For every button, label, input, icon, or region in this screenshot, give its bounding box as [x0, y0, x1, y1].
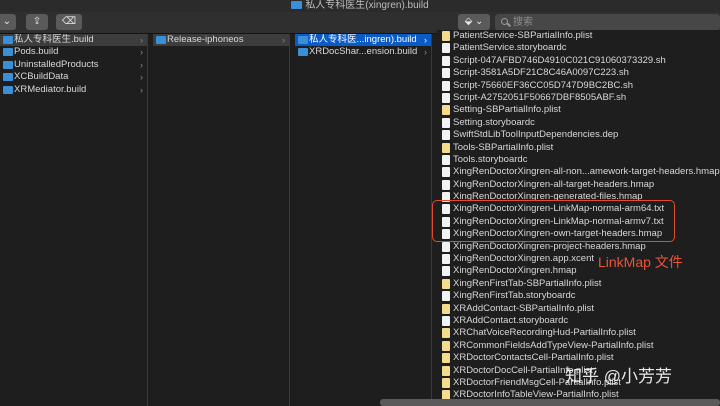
list-item[interactable]: SwiftStdLibToolInputDependencies.dep	[437, 129, 720, 141]
list-item[interactable]: Setting-SBPartialInfo.plist	[437, 104, 720, 116]
list-item[interactable]: XingRenDoctorXingren-all-non...amework-t…	[437, 166, 720, 178]
folder-icon	[3, 36, 13, 44]
file-icon	[442, 167, 450, 178]
tag-button[interactable]: ⌫	[56, 14, 82, 30]
list-item[interactable]: Setting.storyboardc	[437, 117, 720, 129]
folder-icon	[3, 85, 13, 94]
plist-file-icon	[442, 340, 450, 351]
search-input[interactable]: 搜索	[495, 14, 720, 31]
list-item[interactable]: 私人专科医...ingren).build ›	[295, 34, 431, 47]
list-item[interactable]: Script-047AFBD746D4910C021C91060373329.s…	[437, 55, 720, 67]
plist-file-icon	[442, 365, 450, 376]
file-icon	[442, 241, 450, 252]
file-icon	[442, 130, 450, 141]
file-icon	[442, 43, 450, 54]
folder-icon	[291, 1, 303, 9]
list-item[interactable]: XRAddContact-SBPartialInfo.plist	[437, 303, 720, 315]
list-item[interactable]: XRChatVoiceRecordingHud-PartialInfo.plis…	[437, 327, 720, 339]
list-item[interactable]: Release-iphoneos ›	[153, 34, 289, 47]
list-item[interactable]: XingRenFirstTab.storyboardc	[437, 290, 720, 302]
plist-file-icon	[442, 105, 450, 116]
folder-icon	[3, 48, 13, 57]
plist-file-icon	[442, 278, 450, 289]
chevron-right-icon: ›	[140, 72, 143, 83]
chevron-right-icon: ›	[424, 47, 427, 58]
column-2[interactable]: Release-iphoneos ›	[153, 34, 290, 406]
annotation-label: LinkMap 文件	[598, 254, 683, 270]
list-item[interactable]: 私人专科医生.build ›	[0, 34, 147, 47]
plist-file-icon	[442, 353, 450, 364]
plist-file-icon	[442, 31, 450, 41]
list-item[interactable]: Script-75660EF36CC05D747D9BC2BC.sh	[437, 80, 720, 92]
file-icon	[442, 68, 450, 79]
file-icon	[442, 117, 450, 128]
list-item[interactable]: Script-A2752051F50667DBF8505ABF.sh	[437, 92, 720, 104]
file-icon	[442, 315, 450, 326]
search-icon	[501, 18, 508, 25]
list-item[interactable]: XRAddContact.storyboardc	[437, 315, 720, 327]
list-item[interactable]: Tools.storyboardc	[437, 154, 720, 166]
file-icon	[442, 291, 450, 302]
chevron-right-icon: ›	[140, 84, 143, 95]
chevron-right-icon: ›	[140, 35, 143, 45]
plist-file-icon	[442, 328, 450, 339]
file-icon	[442, 92, 450, 103]
list-item[interactable]: XRDocShar...ension.build ›	[295, 46, 431, 58]
list-item[interactable]: Tools-SBPartialInfo.plist	[437, 142, 720, 154]
folder-icon	[298, 48, 308, 57]
plist-file-icon	[442, 142, 450, 153]
list-item[interactable]: XRMediator.build ›	[0, 84, 147, 96]
file-icon	[442, 179, 450, 190]
chevron-right-icon: ›	[140, 47, 143, 58]
folder-icon	[3, 60, 13, 69]
list-item[interactable]: PatientService.storyboardc	[437, 42, 720, 54]
view-options-button[interactable]: ⌄	[0, 14, 16, 30]
linkmap-highlight-box	[432, 200, 675, 242]
column-1[interactable]: 私人专科医生.build › Pods.build › UninstalledPro…	[0, 34, 148, 406]
file-icon	[442, 80, 450, 91]
window-title: 私人专科医生(xingren).build	[0, 0, 720, 11]
list-item[interactable]: XingRenDoctorXingren-all-target-headers.…	[437, 179, 720, 191]
column-3[interactable]: 私人专科医...ingren).build › XRDocShar...ensio…	[295, 34, 432, 406]
horizontal-scrollbar[interactable]	[380, 399, 720, 406]
share-button[interactable]: ⇪	[26, 14, 48, 30]
folder-icon	[156, 36, 166, 44]
chevron-right-icon: ›	[424, 35, 427, 45]
file-icon	[442, 266, 450, 277]
file-icon	[442, 254, 450, 265]
file-icon	[442, 55, 450, 66]
folder-icon	[3, 73, 13, 82]
list-item[interactable]: XingRenFirstTab-SBPartialInfo.plist	[437, 278, 720, 290]
list-item[interactable]: Pods.build ›	[0, 46, 147, 58]
list-item[interactable]: Script-3581A5DF21C8C46A0097C223.sh	[437, 67, 720, 79]
chevron-right-icon: ›	[140, 59, 143, 70]
watermark: 知乎 @小芳芳	[565, 367, 672, 386]
list-item[interactable]: PatientService-SBPartialInfo.plist	[437, 30, 720, 42]
folder-icon	[298, 36, 308, 44]
file-icon	[442, 154, 450, 165]
list-item[interactable]: XCBuildData ›	[0, 71, 147, 83]
list-item[interactable]: XRCommonFieldsAddTypeView-PartialInfo.pl…	[437, 340, 720, 352]
title-bar: 私人专科医生(xingren).build	[0, 0, 720, 12]
plist-file-icon	[442, 303, 450, 314]
plist-file-icon	[442, 377, 450, 388]
chevron-right-icon: ›	[282, 35, 285, 45]
list-item[interactable]: UninstalledProducts ›	[0, 59, 147, 71]
dropbox-button[interactable]: ⬙ ⌄	[458, 14, 490, 30]
